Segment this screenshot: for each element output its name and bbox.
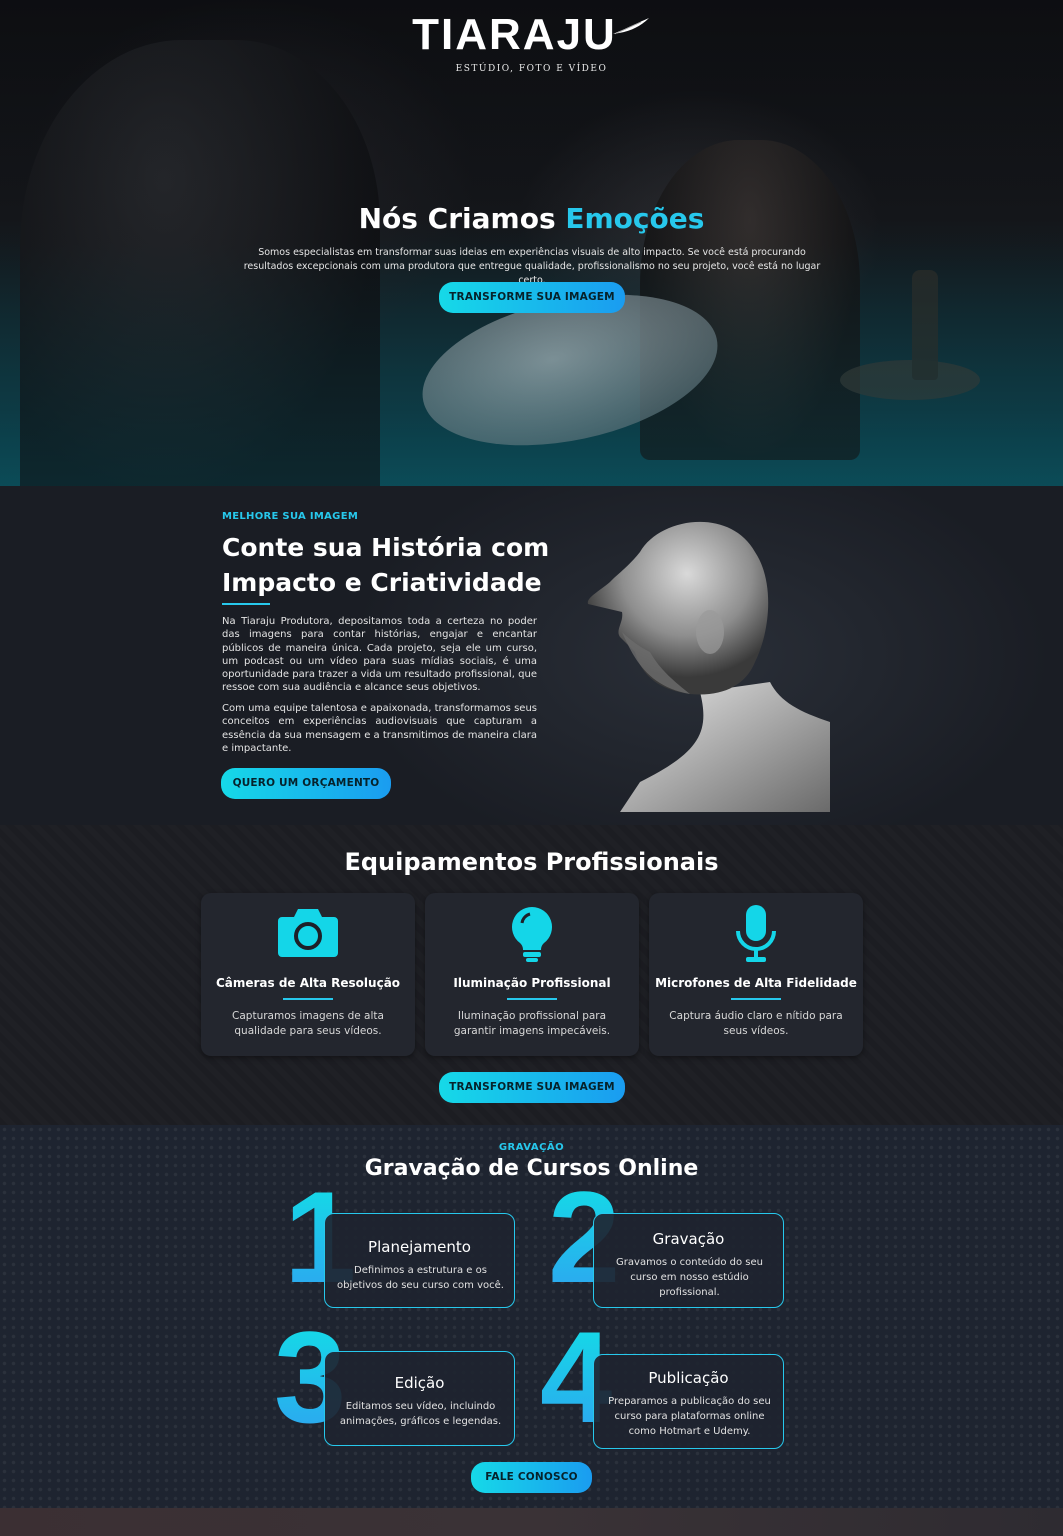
about-paragraph-2: Com uma equipe talentosa e apaixonada, t… <box>222 703 537 754</box>
step-card-editing: Edição Editamos seu vídeo, incluindo ani… <box>324 1351 515 1446</box>
equipment-card-cameras: Câmeras de Alta Resolução Capturamos ima… <box>201 893 415 1056</box>
step-description: Gravamos o conteúdo do seu curso em noss… <box>616 1257 763 1298</box>
logo-tagline: ESTÚDIO, FOTO E VÍDEO <box>455 64 608 74</box>
courses-section <box>0 1125 1063 1508</box>
about-title-divider <box>222 603 270 605</box>
step-title: Publicação <box>648 1369 729 1387</box>
camera-icon <box>278 909 338 957</box>
courses-kicker: GRAVAÇÃO <box>498 1142 565 1153</box>
footer-strip <box>0 1508 1063 1536</box>
hero-title-text: Nós Criamos <box>358 202 566 235</box>
hero-title: Nós Criamos Emoções <box>0 202 1063 235</box>
card-title: Iluminação Profissional <box>453 976 611 990</box>
courses-title: Gravação de Cursos Online <box>364 1156 699 1181</box>
card-description: Capturamos imagens de alta qualidade par… <box>232 1010 384 1037</box>
about-paragraph-1: Na Tiaraju Produtora, depositamos toda a… <box>222 616 537 694</box>
card-divider <box>507 998 557 1000</box>
about-title: Conte sua História com Impacto e Criativ… <box>222 533 550 597</box>
card-title: Microfones de Alta Fidelidade <box>655 976 857 990</box>
bald-man-portrait-image <box>580 512 830 812</box>
step-title: Planejamento <box>368 1238 471 1256</box>
card-description: Iluminação profissional para garantir im… <box>453 1010 611 1037</box>
contact-us-button[interactable]: FALE CONOSCO <box>471 1462 592 1493</box>
site-logo[interactable]: TIARAJU ESTÚDIO, FOTO E VÍDEO <box>0 10 1063 74</box>
logo-brand: TIARAJU <box>412 10 617 59</box>
card-title: Câmeras de Alta Resolução <box>215 976 401 990</box>
step-card-planning: Planejamento Definimos a estrutura e os … <box>324 1213 515 1308</box>
transform-image-button-2[interactable]: TRANSFORME SUA IMAGEM <box>439 1072 625 1103</box>
about-kicker: MELHORE SUA IMAGEM <box>222 511 359 522</box>
card-divider <box>283 998 333 1000</box>
step-card-recording: Gravação Gravamos o conteúdo do seu curs… <box>593 1213 784 1308</box>
lightbulb-icon <box>512 907 552 962</box>
equipment-title: Equipamentos Profissionais <box>344 848 719 876</box>
step-description: Editamos seu vídeo, incluindo animações,… <box>339 1401 502 1427</box>
microphone-icon <box>736 905 776 962</box>
step-title: Edição <box>394 1374 445 1392</box>
step-description: Preparamos a publicação do seu curso par… <box>608 1396 771 1437</box>
step-title: Gravação <box>652 1230 725 1248</box>
feather-icon <box>612 18 649 35</box>
step-card-publishing: Publicação Preparamos a publicação do se… <box>593 1354 784 1449</box>
hero-title-accent: Emoções <box>565 202 705 235</box>
step-description: Definimos a estrutura e os objetivos do … <box>337 1265 504 1291</box>
equipment-card-microphones: Microfones de Alta Fidelidade Captura áu… <box>649 893 863 1056</box>
transform-image-button[interactable]: TRANSFORME SUA IMAGEM <box>439 282 625 313</box>
card-description: Captura áudio claro e nítido para seus v… <box>669 1010 843 1037</box>
card-divider <box>731 998 781 1000</box>
equipment-card-lighting: Iluminação Profissional Iluminação profi… <box>425 893 639 1056</box>
request-quote-button[interactable]: QUERO UM ORÇAMENTO <box>221 768 391 799</box>
